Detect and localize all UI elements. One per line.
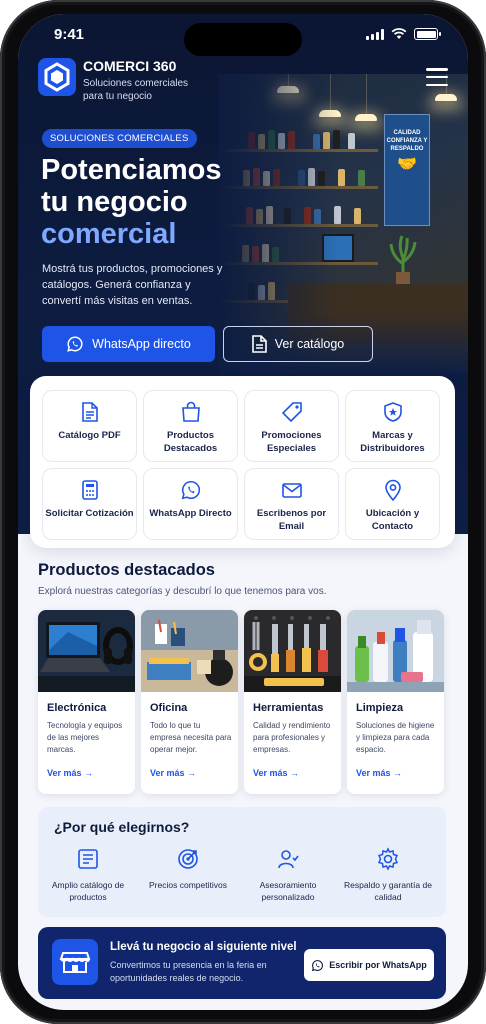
brand-logo[interactable] — [38, 58, 76, 96]
status-time: 9:41 — [54, 26, 85, 43]
cta-title: Llevá tu negocio al siguiente nivel — [110, 941, 297, 953]
view-catalog-label: Ver catálogo — [274, 337, 345, 351]
whatsapp-cta-label: Escribir por WhatsApp — [329, 960, 427, 970]
why-item-catalog: Amplio catálogo de productos — [38, 847, 138, 903]
why-item-label: Amplio catálogo de productos — [51, 880, 125, 902]
quick-action-promotions[interactable]: Promociones Especiales — [244, 390, 339, 462]
brand-name: COMERCI 360 — [83, 58, 177, 74]
screen: CALIDAD CONFIANZA Y RESPALDO 🤝 9:41 COME… — [18, 14, 468, 1010]
target-icon — [178, 849, 198, 869]
ceiling-lamp — [435, 94, 457, 101]
why-item-label: Respaldo y garantía de calidad — [344, 880, 432, 902]
electronics-image — [38, 610, 135, 692]
why-item-guarantee: Respaldo y garantía de calidad — [338, 847, 438, 903]
headline-accent: comercial — [41, 218, 177, 250]
quick-action-label: Solicitar Cotización — [45, 508, 134, 519]
view-catalog-button[interactable]: Ver catálogo — [223, 326, 373, 362]
quick-action-label: Escribenos por Email — [256, 508, 327, 532]
tools-image — [244, 610, 341, 692]
cta-banner: Llevá tu negocio al siguiente nivel Conv… — [38, 927, 446, 999]
brand-tagline: Soluciones comerciales para tu negocio — [83, 78, 189, 102]
whatsapp-icon — [181, 480, 201, 500]
document-icon — [251, 335, 267, 353]
why-title: ¿Por qué elegirnos? — [54, 819, 190, 835]
location-pin-icon — [385, 479, 401, 501]
product-link[interactable]: Ver más → — [253, 768, 299, 778]
phone-frame: CALIDAD CONFIANZA Y RESPALDO 🤝 9:41 COME… — [0, 0, 486, 1024]
product-description: Tecnología y equipos de las mejores marc… — [47, 721, 123, 754]
whatsapp-direct-label: WhatsApp directo — [92, 337, 191, 351]
gear-icon — [377, 847, 399, 871]
shield-star-icon — [384, 402, 402, 422]
quick-action-label: Marcas y Distribuidores — [360, 430, 425, 454]
whatsapp-cta-button[interactable]: Escribir por WhatsApp — [304, 949, 434, 981]
tag-icon — [281, 402, 302, 423]
why-item-prices: Precios competitivos — [138, 847, 238, 891]
cta-description: Convertimos tu presencia en la feria en … — [110, 960, 267, 983]
quick-action-location[interactable]: Ubicación y Contacto — [345, 468, 440, 540]
whatsapp-icon — [312, 959, 324, 971]
document-icon — [82, 402, 98, 422]
quick-action-label: Ubicación y Contacto — [365, 508, 420, 532]
why-item-label: Asesoramiento personalizado — [259, 880, 317, 902]
product-description: Calidad y rendimiento para profesionales… — [253, 721, 331, 754]
signal-icon — [366, 28, 384, 40]
quick-action-label: WhatsApp Directo — [149, 508, 232, 519]
quick-action-featured-products[interactable]: Productos Destacados — [143, 390, 238, 462]
why-choose-us-section: ¿Por qué elegirnos? Amplio catálogo de p… — [38, 807, 446, 917]
products-title: Productos destacados — [38, 561, 215, 579]
product-title: Herramientas — [253, 702, 324, 714]
product-link[interactable]: Ver más → — [47, 768, 93, 778]
user-support-icon — [278, 850, 299, 869]
quick-action-whatsapp[interactable]: WhatsApp Directo — [143, 468, 238, 540]
wifi-icon — [391, 28, 407, 39]
quick-action-catalog-pdf[interactable]: Catálogo PDF — [42, 390, 137, 462]
hero-description: Mostrá tus productos, promociones y catá… — [42, 263, 223, 307]
dynamic-island — [184, 23, 302, 56]
why-item-label: Precios competitivos — [149, 880, 227, 890]
ceiling-lamp — [355, 114, 377, 121]
product-description: Todo lo que tu empresa necesita para ope… — [150, 721, 232, 754]
quick-action-label: Productos Destacados — [163, 430, 218, 454]
storefront-icon — [52, 939, 98, 985]
hamburger-menu-icon[interactable] — [426, 68, 448, 86]
quick-action-label: Catálogo PDF — [58, 430, 121, 441]
product-card-electronics[interactable]: Electrónica Tecnología y equipos de las … — [38, 610, 135, 794]
headline-line-2: tu negocio — [41, 186, 188, 218]
hero-badge: SOLUCIONES COMERCIALES — [42, 129, 197, 148]
whatsapp-icon — [67, 336, 83, 352]
shopping-bag-icon — [182, 401, 200, 422]
product-card-tools[interactable]: Herramientas Calidad y rendimiento para … — [244, 610, 341, 794]
product-title: Electrónica — [47, 702, 107, 714]
product-link[interactable]: Ver más → — [356, 768, 402, 778]
poster-text: CALIDAD CONFIANZA Y RESPALDO — [386, 130, 428, 152]
product-link[interactable]: Ver más → — [150, 768, 196, 778]
headline-line-1: Potenciamos — [41, 154, 222, 186]
quick-action-quote[interactable]: Solicitar Cotización — [42, 468, 137, 540]
quick-actions-panel: Catálogo PDF Productos Destacados Promoc… — [30, 376, 455, 548]
product-title: Oficina — [150, 702, 188, 714]
product-description: Soluciones de higiene y limpieza para ca… — [356, 721, 435, 754]
plant — [388, 234, 418, 284]
product-card-office[interactable]: Oficina Todo lo que tu empresa necesita … — [141, 610, 238, 794]
mail-icon — [282, 483, 302, 498]
hero-headline: Potenciamos tu negocio comercial — [41, 154, 271, 250]
catalog-icon — [78, 849, 98, 869]
handshake-icon: 🤝 — [397, 156, 417, 173]
product-card-cleaning[interactable]: Limpieza Soluciones de higiene y limpiez… — [347, 610, 444, 794]
store-poster: CALIDAD CONFIANZA Y RESPALDO 🤝 — [384, 114, 430, 226]
whatsapp-direct-button[interactable]: WhatsApp directo — [42, 326, 215, 362]
calculator-icon — [82, 480, 98, 500]
office-image — [141, 610, 238, 692]
products-subtitle: Explorá nuestras categorías y descubrí l… — [38, 586, 327, 597]
status-icons — [366, 28, 441, 40]
cleaning-image — [347, 610, 444, 692]
why-item-advice: Asesoramiento personalizado — [238, 847, 338, 903]
quick-action-label: Promociones Especiales — [261, 430, 322, 454]
quick-action-email[interactable]: Escribenos por Email — [244, 468, 339, 540]
quick-action-brands[interactable]: Marcas y Distribuidores — [345, 390, 440, 462]
product-title: Limpieza — [356, 702, 404, 714]
battery-icon — [414, 28, 441, 40]
